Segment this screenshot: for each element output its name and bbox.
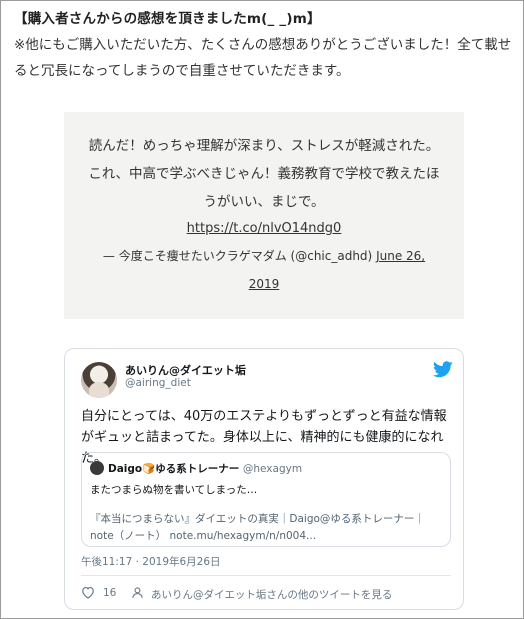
quoted-display-name: Daigo🍞ゆる系トレーナー [108, 463, 240, 475]
avatar[interactable] [81, 362, 117, 398]
article-intro: ※他にもご購入いただいた方、たくさんの感想ありがとうございました！全て載せると冗… [14, 37, 512, 79]
quoted-avatar [90, 461, 104, 475]
blockquote-link[interactable]: https://t.co/nlvO14ndg0 [64, 216, 464, 242]
blockquote-text: 読んだ！めっちゃ理解が深まり、ストレスが軽減された。これ、中高で学ぶべきじゃん！… [88, 138, 440, 210]
profile-icon [132, 587, 143, 598]
tweet-timestamp[interactable]: 午後11:17 · 2019年6月26日 [81, 554, 221, 569]
like-count: 16 [103, 587, 117, 599]
quoted-handle: @hexagym [242, 463, 303, 475]
tweet-display-name[interactable]: あいりん@ダイエット垢 [125, 362, 246, 378]
quoted-link-card[interactable]: 『本当につまらない』ダイエットの真実｜Daigo@ゆる系トレーナー｜note（ノ… [90, 511, 440, 545]
quoted-tweet[interactable]: Daigo🍞ゆる系トレーナー @hexagym またつまらぬ物を書いてしまった…… [81, 452, 451, 547]
article-heading: 【購入者さんからの感想を頂きましたm(_ _)m】 [14, 11, 321, 27]
quoted-author: Daigo🍞ゆる系トレーナー @hexagym [108, 461, 302, 476]
tweet-divider [81, 575, 451, 576]
blockquote: 読んだ！めっちゃ理解が深まり、ストレスが軽減された。これ、中高で学ぶべきじゃん！… [64, 112, 464, 319]
more-tweets-link[interactable]: あいりん@ダイエット垢さんの他のツイートを見る [151, 587, 392, 602]
blockquote-author: — 今度こそ痩せたいクラゲマダム (@chic_adhd) [102, 249, 373, 263]
blockquote-attribution: — 今度こそ痩せたいクラゲマダム (@chic_adhd) June 26, 2… [64, 242, 464, 298]
tweet-handle[interactable]: @airing_diet [125, 377, 191, 389]
quoted-text: またつまらぬ物を書いてしまった… [90, 484, 258, 496]
twitter-bird-icon[interactable] [433, 361, 453, 378]
heart-icon[interactable] [81, 586, 95, 599]
embedded-tweet: あいりん@ダイエット垢 @airing_diet 自分にとっては、40万のエステ… [64, 348, 464, 610]
